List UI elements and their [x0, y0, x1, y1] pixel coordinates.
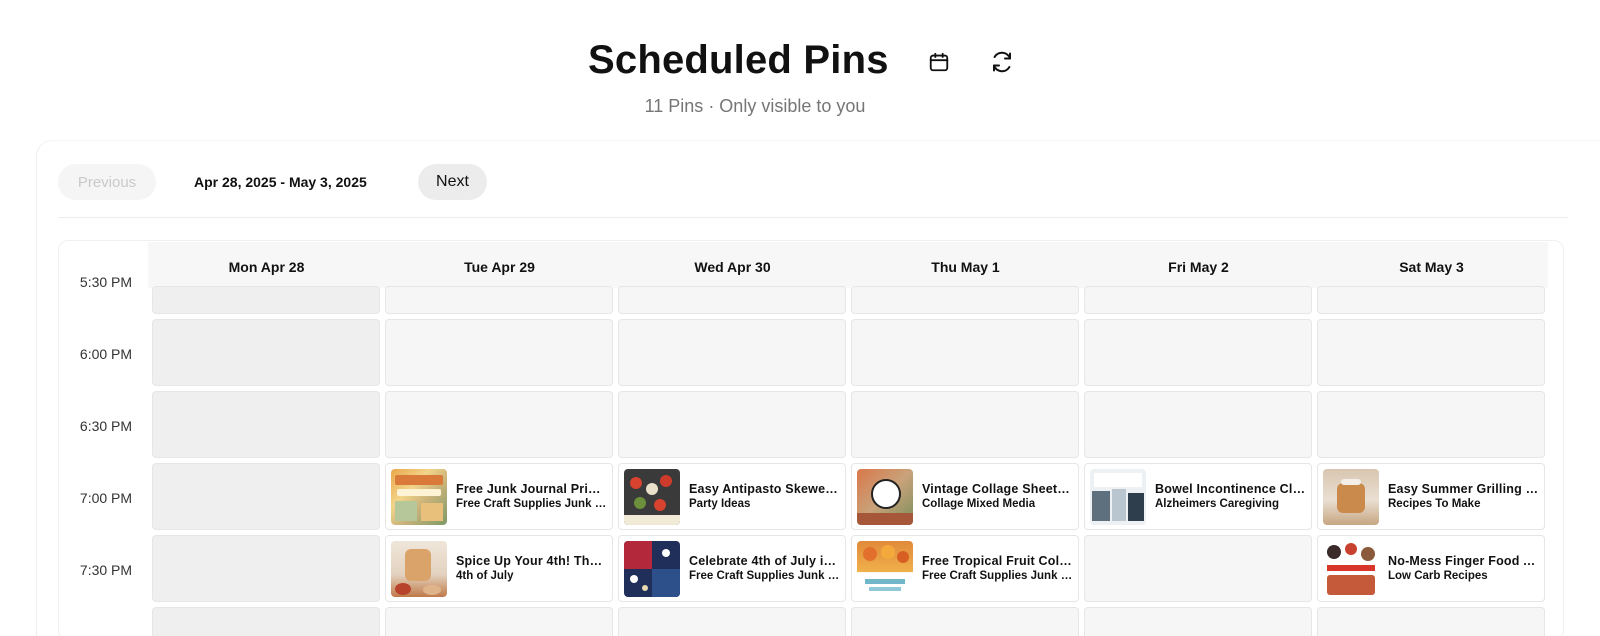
- pin-title: Celebrate 4th of July in Style: [689, 554, 841, 568]
- time-slot[interactable]: [851, 319, 1079, 386]
- time-slot[interactable]: [851, 607, 1079, 636]
- pin-thumbnail: [624, 469, 680, 525]
- next-button[interactable]: Next: [418, 164, 487, 200]
- pin-title: Free Tropical Fruit Collage Sheets: [922, 554, 1074, 568]
- time-slot[interactable]: [1317, 391, 1545, 458]
- time-slot[interactable]: [1317, 607, 1545, 636]
- time-slot[interactable]: [385, 286, 613, 314]
- scheduled-pin-card[interactable]: No-Mess Finger Food Appetizers Low Carb …: [1317, 535, 1545, 602]
- time-slot[interactable]: [1317, 319, 1545, 386]
- time-slot[interactable]: [152, 607, 380, 636]
- pin-board: Alzheimers Caregiving: [1155, 498, 1279, 510]
- pin-title: No-Mess Finger Food Appetizers: [1388, 554, 1540, 568]
- previous-button[interactable]: Previous: [58, 164, 156, 200]
- day-header-mon: Mon Apr 28: [228, 259, 305, 275]
- pin-board: Free Craft Supplies Junk Journal: [689, 570, 841, 582]
- day-header-sat: Sat May 3: [1399, 259, 1464, 275]
- pin-board: Recipes To Make: [1388, 498, 1481, 510]
- time-label: 7:30 PM: [79, 562, 133, 578]
- pin-board: Party Ideas: [689, 498, 751, 510]
- day-header-wed: Wed Apr 30: [694, 259, 771, 275]
- pin-title: Bowel Incontinence Clean Up at Home: [1155, 482, 1307, 496]
- time-slot[interactable]: [1084, 286, 1312, 314]
- pin-title: Vintage Collage Sheets Printables: [922, 482, 1074, 496]
- time-slot[interactable]: [1317, 286, 1545, 314]
- pin-thumbnail: [1090, 469, 1146, 525]
- scheduled-pin-card[interactable]: Easy Antipasto Skewers Party Appetizer P…: [618, 463, 846, 530]
- time-slot[interactable]: [618, 607, 846, 636]
- scheduled-pin-card[interactable]: Celebrate 4th of July in Style Free Craf…: [618, 535, 846, 602]
- pin-title: Easy Summer Grilling Recipes: [1388, 482, 1540, 496]
- time-slot[interactable]: [1084, 535, 1312, 602]
- time-slot[interactable]: [152, 286, 380, 314]
- time-label: 5:30 PM: [79, 274, 133, 290]
- pin-title: Easy Antipasto Skewers Party Appetizer: [689, 482, 841, 496]
- time-slot[interactable]: [618, 391, 846, 458]
- pin-board: Free Craft Supplies Junk Journal: [456, 498, 608, 510]
- pin-thumbnail: [857, 541, 913, 597]
- refresh-icon[interactable]: [984, 44, 1020, 80]
- time-slot[interactable]: [152, 535, 380, 602]
- time-slot[interactable]: [385, 391, 613, 458]
- time-label: 6:30 PM: [79, 418, 133, 434]
- time-slot[interactable]: [152, 391, 380, 458]
- calendar-icon[interactable]: [921, 44, 957, 80]
- pin-board: 4th of July: [456, 570, 514, 582]
- pin-thumbnail: [391, 541, 447, 597]
- pin-board: Low Carb Recipes: [1388, 570, 1488, 582]
- time-slot[interactable]: [1084, 607, 1312, 636]
- time-slot[interactable]: [851, 286, 1079, 314]
- time-slot[interactable]: [1084, 391, 1312, 458]
- day-header-tue: Tue Apr 29: [464, 259, 535, 275]
- pin-thumbnail: [1323, 469, 1379, 525]
- day-header-thu: Thu May 1: [931, 259, 1000, 275]
- time-slot[interactable]: [618, 319, 846, 386]
- pin-title: Spice Up Your 4th! The Best Recipes: [456, 554, 608, 568]
- pin-thumbnail: [1323, 541, 1379, 597]
- page-header: Scheduled Pins 11 Pins · Only visible to…: [0, 0, 1600, 130]
- scheduled-pin-card[interactable]: Free Junk Journal Printables Vintage Sum…: [385, 463, 613, 530]
- time-slot[interactable]: [1084, 319, 1312, 386]
- pin-thumbnail: [857, 469, 913, 525]
- page-subtitle: 11 Pins · Only visible to you: [644, 96, 866, 116]
- scheduled-pin-card[interactable]: Free Tropical Fruit Collage Sheets Free …: [851, 535, 1079, 602]
- scheduled-pin-card[interactable]: Spice Up Your 4th! The Best Recipes 4th …: [385, 535, 613, 602]
- time-slot[interactable]: [152, 319, 380, 386]
- time-slot[interactable]: [385, 319, 613, 386]
- scheduled-pin-card[interactable]: Bowel Incontinence Clean Up at Home Alzh…: [1084, 463, 1312, 530]
- time-slot[interactable]: [851, 391, 1079, 458]
- time-slot[interactable]: [385, 607, 613, 636]
- scheduled-pin-card[interactable]: Vintage Collage Sheets Printables Collag…: [851, 463, 1079, 530]
- time-slot[interactable]: [152, 463, 380, 530]
- pin-thumbnail: [391, 469, 447, 525]
- pin-thumbnail: [624, 541, 680, 597]
- pin-board: Free Craft Supplies Junk Journal: [922, 570, 1074, 582]
- page-title: Scheduled Pins: [588, 38, 889, 82]
- day-header-fri: Fri May 2: [1168, 259, 1229, 275]
- time-slot[interactable]: [618, 286, 846, 314]
- pin-title: Free Junk Journal Printables Vintage Sum…: [456, 482, 608, 496]
- pin-board: Collage Mixed Media: [922, 498, 1036, 510]
- time-label: 6:00 PM: [79, 346, 133, 362]
- date-range: Apr 28, 2025 - May 3, 2025: [194, 174, 367, 190]
- scheduled-pin-card[interactable]: Easy Summer Grilling Recipes Recipes To …: [1317, 463, 1545, 530]
- divider: [58, 217, 1568, 218]
- time-label: 7:00 PM: [79, 490, 133, 506]
